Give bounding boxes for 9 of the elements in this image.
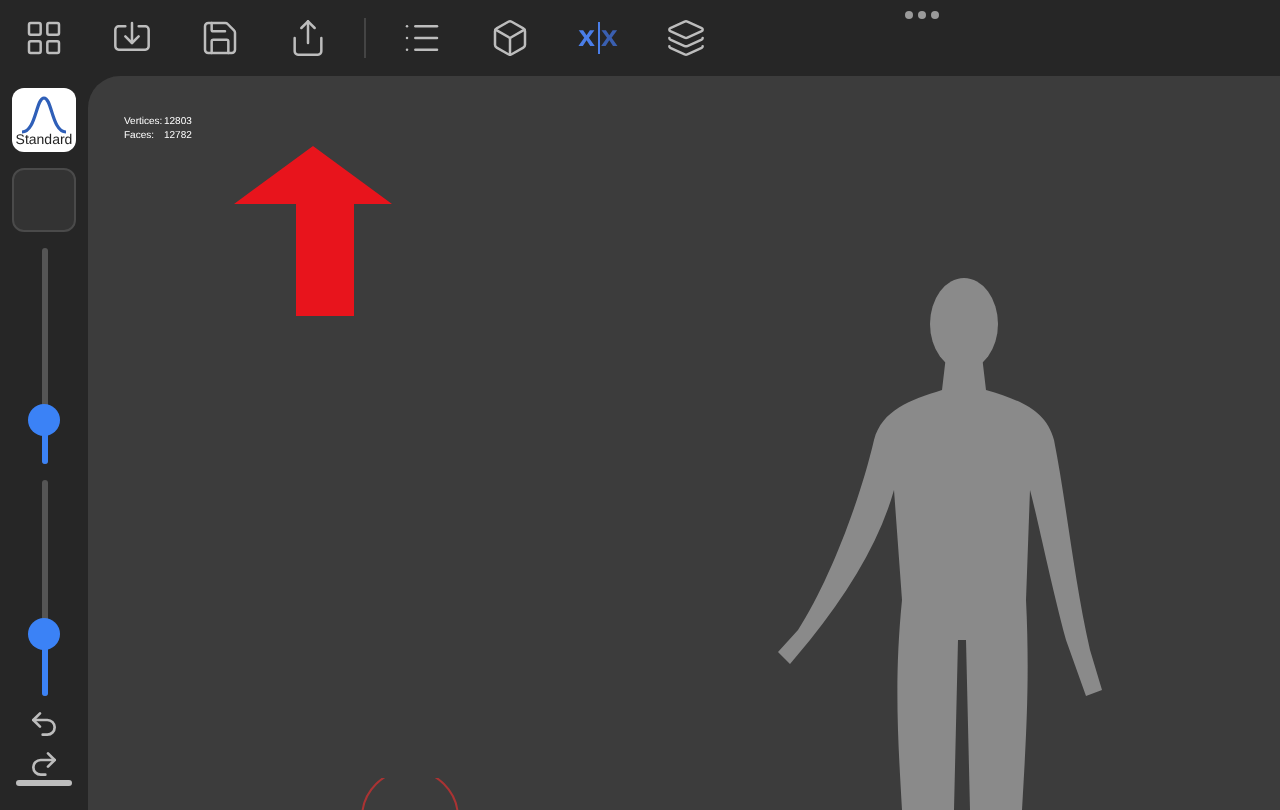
more-icon[interactable]	[904, 10, 940, 20]
vertical-slider[interactable]	[28, 480, 60, 696]
brush-cursor-icon	[360, 778, 460, 810]
vertical-slider[interactable]	[28, 248, 60, 464]
redo-icon[interactable]	[28, 748, 60, 780]
undo-icon[interactable]	[28, 708, 60, 740]
baseline-bar	[16, 780, 72, 786]
symmetry-toggle[interactable]: x x	[566, 6, 630, 70]
bell-curve-icon	[20, 94, 68, 134]
